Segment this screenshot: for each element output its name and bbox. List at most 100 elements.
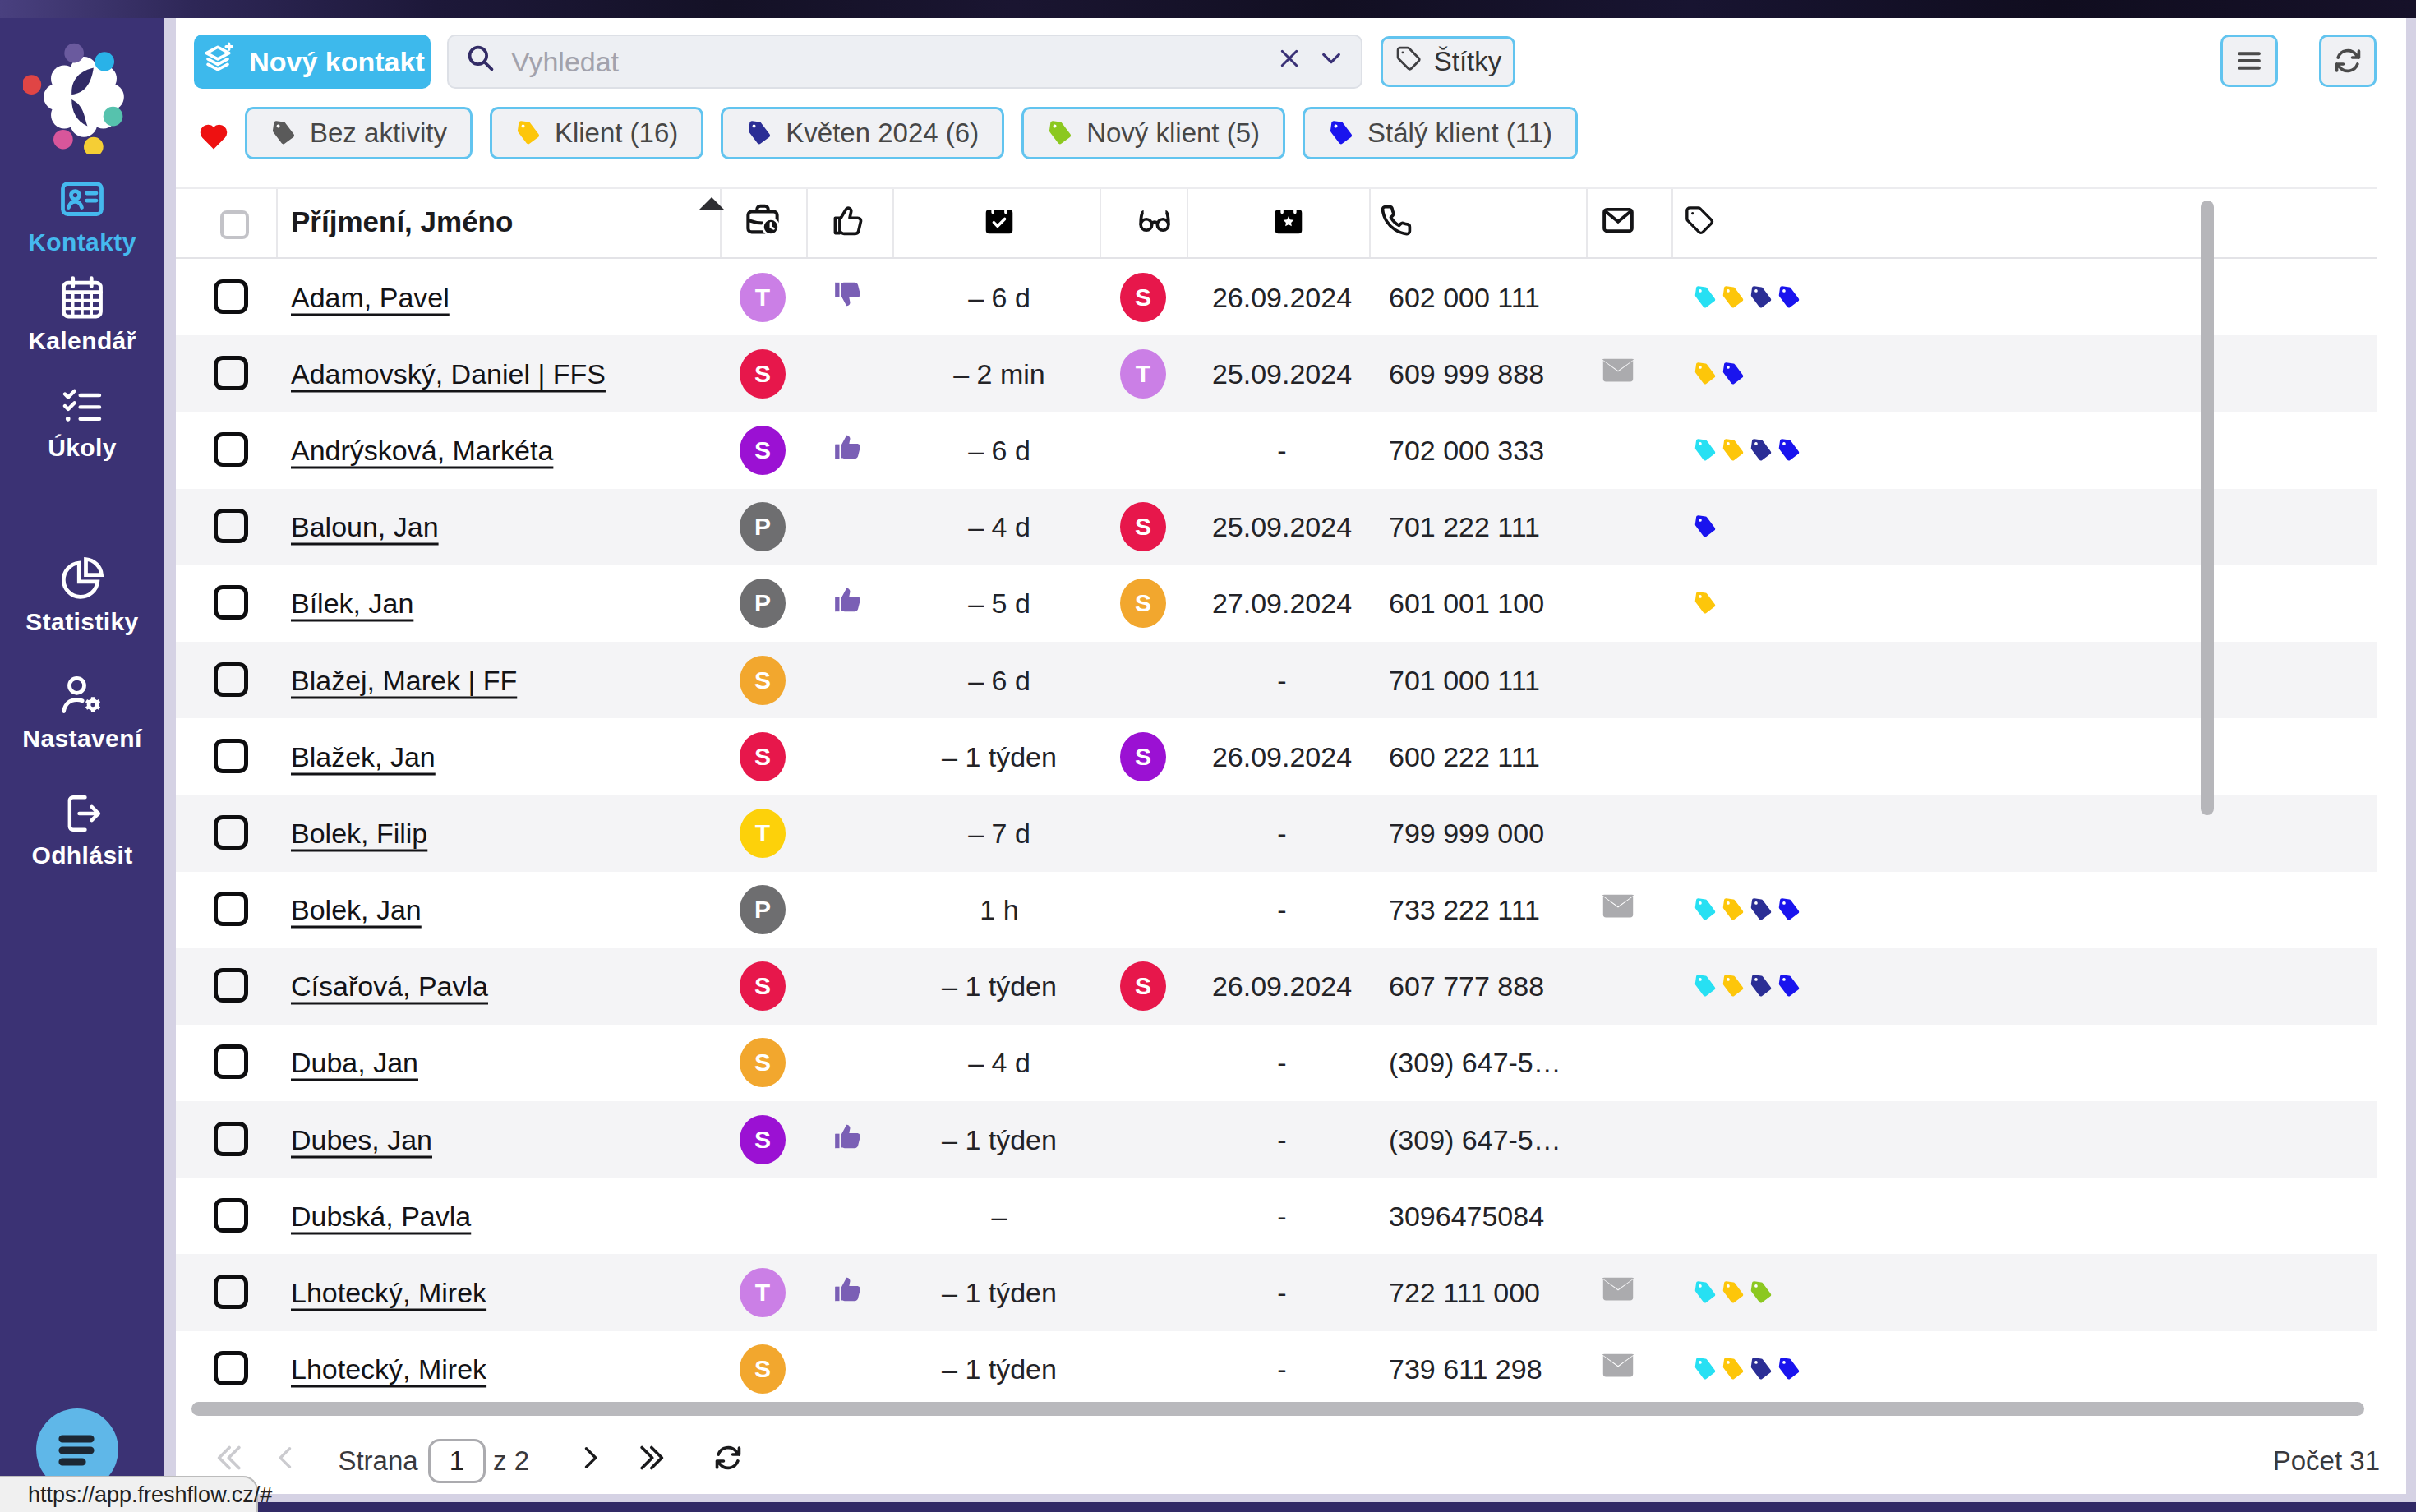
sidebar-item-kalendar[interactable]: Kalendář — [0, 273, 164, 355]
contact-name-link[interactable]: Andrýsková, Markéta — [291, 434, 553, 466]
contact-tags — [1693, 1280, 1773, 1305]
search-input[interactable] — [511, 46, 1261, 78]
row-checkbox[interactable] — [214, 662, 248, 697]
phone-number: 733 222 111 — [1389, 894, 1540, 926]
contact-row[interactable]: Blažej, Marek | FF S – 6 d - 701 000 111 — [176, 642, 2377, 718]
row-checkbox[interactable] — [214, 1198, 248, 1233]
list-menu-button[interactable] — [2220, 35, 2278, 87]
vertical-scrollbar[interactable] — [2201, 201, 2214, 815]
tag-icon — [1749, 1280, 1773, 1305]
row-checkbox[interactable] — [214, 968, 248, 1003]
reload-list-button[interactable] — [712, 1442, 744, 1480]
column-header-phone-icon[interactable] — [1380, 203, 1414, 244]
current-page-input[interactable]: 1 — [428, 1439, 486, 1483]
column-header-envelope-icon[interactable] — [1600, 202, 1636, 245]
filter-chip[interactable]: Klient (16) — [490, 107, 703, 159]
last-activity: – 1 týden — [942, 1353, 1057, 1385]
contact-name-link[interactable]: Duba, Jan — [291, 1047, 418, 1079]
contact-row[interactable]: Bílek, Jan P – 5 d S 27.09.2024 601 001 … — [176, 565, 2377, 642]
next-event-date: - — [1277, 1123, 1286, 1155]
last-page-button[interactable] — [634, 1441, 667, 1481]
column-header-thumb-icon[interactable] — [830, 202, 866, 245]
page-label: Strana — [338, 1445, 417, 1477]
column-header-name[interactable]: Příjmení, Jméno — [291, 205, 513, 238]
contact-name-link[interactable]: Adam, Pavel — [291, 281, 450, 313]
row-checkbox[interactable] — [214, 585, 248, 620]
contact-row[interactable]: Duba, Jan S – 4 d - (309) 647-5… — [176, 1025, 2377, 1101]
row-checkbox[interactable] — [214, 1122, 248, 1156]
contact-name-link[interactable]: Bolek, Jan — [291, 894, 422, 926]
next-event-date: - — [1277, 1047, 1286, 1079]
contact-name-link[interactable]: Adamovský, Daniel | FFS — [291, 357, 606, 390]
sidebar-item-odhlasit[interactable]: Odhlásit — [0, 791, 164, 869]
next-event-date: 25.09.2024 — [1212, 511, 1352, 543]
layers-plus-icon — [200, 40, 236, 83]
column-header-calendar-check-icon[interactable] — [982, 203, 1017, 244]
row-checkbox[interactable] — [214, 509, 248, 543]
sort-ascending-icon[interactable] — [699, 197, 725, 210]
checklist-icon — [0, 383, 164, 429]
favorites-heart-icon[interactable] — [196, 120, 232, 153]
select-all-checkbox[interactable] — [220, 210, 249, 239]
next-page-button[interactable] — [575, 1443, 605, 1479]
contact-name-link[interactable]: Lhotecký, Mirek — [291, 1277, 486, 1309]
contact-row[interactable]: Lhotecký, Mirek S – 1 týden - 739 611 29… — [176, 1331, 2377, 1408]
next-event-date: - — [1277, 817, 1286, 849]
filter-chip[interactable]: Nový klient (5) — [1021, 107, 1285, 159]
contact-row[interactable]: Blažek, Jan S – 1 týden S 26.09.2024 600… — [176, 718, 2377, 795]
contact-row[interactable]: Bolek, Filip T – 7 d - 799 999 000 — [176, 795, 2377, 871]
contact-row[interactable]: Baloun, Jan P – 4 d S 25.09.2024 701 222… — [176, 489, 2377, 565]
contact-row[interactable]: Adamovský, Daniel | FFS S – 2 min T 25.0… — [176, 335, 2377, 412]
horizontal-scrollbar[interactable] — [191, 1402, 2364, 1416]
row-checkbox[interactable] — [214, 279, 248, 314]
contact-name-link[interactable]: Blažej, Marek | FF — [291, 664, 517, 696]
contact-row[interactable]: Lhotecký, Mirek T – 1 týden - 722 111 00… — [176, 1254, 2377, 1330]
contact-name-link[interactable]: Dubská, Pavla — [291, 1200, 471, 1232]
contact-row[interactable]: Bolek, Jan P 1 h - 733 222 111 — [176, 872, 2377, 948]
filter-chip-label: Bez aktivity — [310, 118, 447, 149]
sidebar-item-label: Nastavení — [0, 725, 164, 753]
row-checkbox[interactable] — [214, 432, 248, 467]
row-checkbox[interactable] — [214, 892, 248, 926]
contact-row[interactable]: Andrýsková, Markéta S – 6 d - 702 000 33… — [176, 412, 2377, 488]
row-checkbox[interactable] — [214, 739, 248, 773]
column-header-glasses-icon[interactable] — [1134, 202, 1175, 245]
row-checkbox[interactable] — [214, 1275, 248, 1309]
contact-name-link[interactable]: Baloun, Jan — [291, 511, 439, 543]
contact-name-link[interactable]: Císařová, Pavla — [291, 970, 488, 1003]
contact-name-link[interactable]: Blažek, Jan — [291, 740, 436, 772]
column-header-tag-icon[interactable] — [1683, 204, 1716, 243]
filter-chip[interactable]: Stálý klient (11) — [1303, 107, 1578, 159]
sidebar-item-statistiky[interactable]: Statistiky — [0, 554, 164, 636]
filter-chip[interactable]: Bez aktivity — [245, 107, 473, 159]
contact-row[interactable]: Císařová, Pavla S – 1 týden S 26.09.2024… — [176, 948, 2377, 1025]
contact-name-link[interactable]: Bolek, Filip — [291, 817, 427, 849]
column-header-calendar-star-icon[interactable] — [1271, 203, 1306, 244]
sidebar-item-nastaveni[interactable]: Nastavení — [0, 671, 164, 753]
row-checkbox[interactable] — [214, 1044, 248, 1079]
column-header-briefcase-clock-icon[interactable] — [744, 201, 782, 246]
freshflow-logo[interactable] — [23, 30, 145, 154]
row-checkbox[interactable] — [214, 815, 248, 850]
first-page-button[interactable] — [214, 1441, 247, 1481]
contact-row[interactable]: Adam, Pavel T – 6 d S 26.09.2024 602 000… — [176, 259, 2377, 335]
contacts-table-body: Adam, Pavel T – 6 d S 26.09.2024 602 000… — [176, 259, 2377, 1419]
chevron-down-icon[interactable] — [1318, 45, 1344, 78]
contact-name-link[interactable]: Lhotecký, Mirek — [291, 1353, 486, 1385]
status-bar-url: https://app.freshflow.cz/# — [0, 1476, 258, 1512]
contact-row[interactable]: Dubes, Jan S – 1 týden - (309) 647-5… — [176, 1101, 2377, 1178]
row-checkbox[interactable] — [214, 356, 248, 390]
tags-button[interactable]: Štítky — [1381, 36, 1515, 87]
filter-chip[interactable]: Květen 2024 (6) — [721, 107, 1004, 159]
previous-page-button[interactable] — [271, 1443, 301, 1479]
contact-row[interactable]: Dubská, Pavla – - 3096475084 — [176, 1178, 2377, 1254]
refresh-button[interactable] — [2319, 35, 2377, 87]
row-checkbox[interactable] — [214, 1351, 248, 1385]
contact-name-link[interactable]: Bílek, Jan — [291, 588, 413, 620]
contact-name-link[interactable]: Dubes, Jan — [291, 1123, 432, 1155]
new-contact-button[interactable]: Nový kontakt — [194, 35, 431, 89]
sidebar-item-kontakty[interactable]: Kontakty — [0, 174, 164, 256]
sidebar-item-ukoly[interactable]: Úkoly — [0, 383, 164, 462]
clear-search-icon[interactable] — [1277, 46, 1302, 77]
contact-tags — [1693, 974, 1801, 998]
